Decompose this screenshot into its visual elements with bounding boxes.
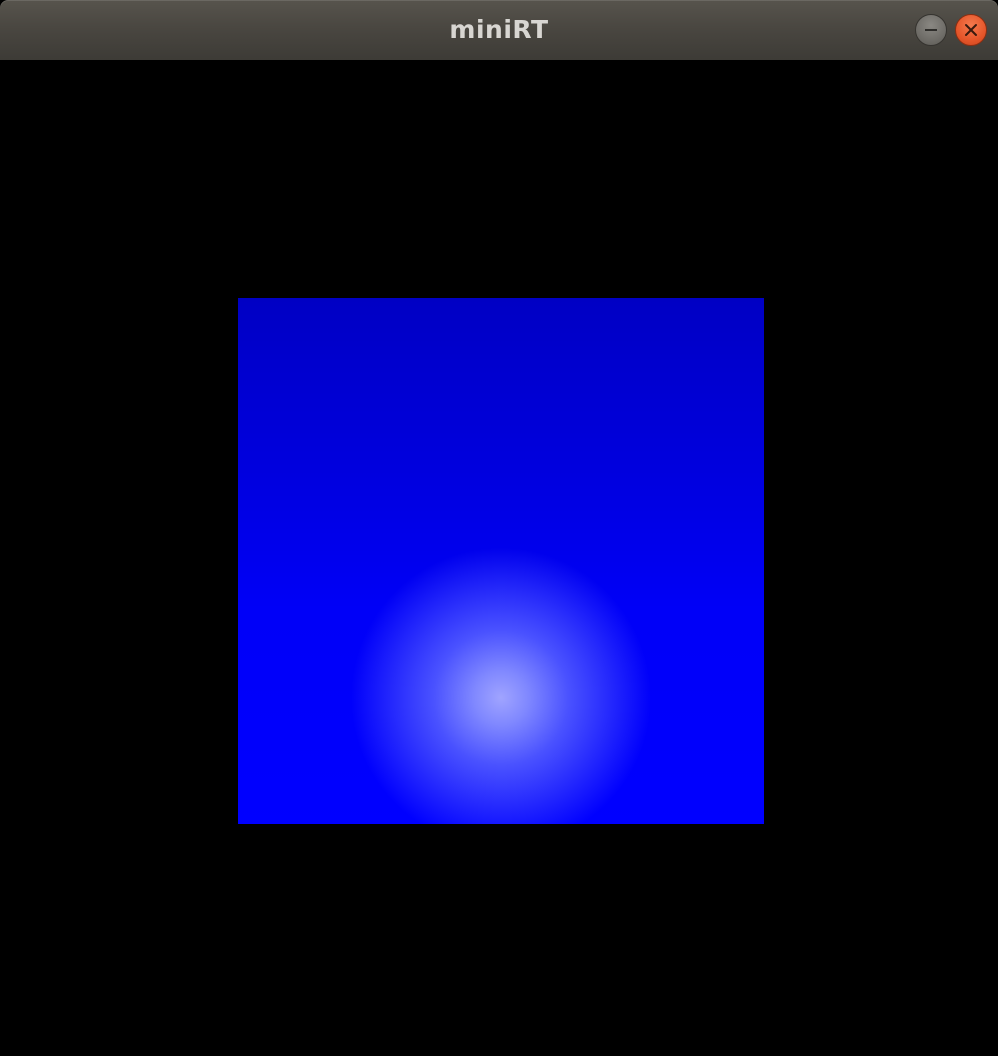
minimize-icon <box>925 29 937 31</box>
app-window: miniRT <box>0 0 998 1056</box>
minimize-button[interactable] <box>915 14 947 46</box>
close-button[interactable] <box>955 14 987 46</box>
rendered-scene <box>238 298 764 824</box>
title-bar[interactable]: miniRT <box>0 0 998 60</box>
render-canvas[interactable] <box>0 60 998 1056</box>
close-icon <box>965 24 977 36</box>
window-title: miniRT <box>449 15 549 44</box>
